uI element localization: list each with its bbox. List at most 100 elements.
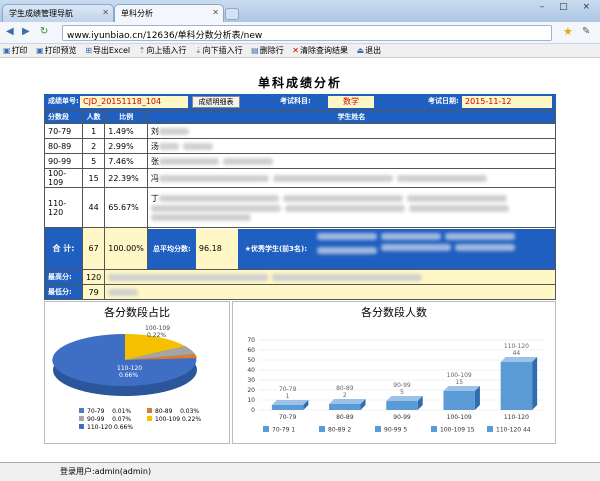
bar-chart-panel: 各分数段人数 0 10 20 30 40 50 60 70 70-79 1 70-79 80-89 2 8… [232,301,556,444]
detail-button[interactable]: 成绩明细表 [192,96,240,108]
data-label-category: 90-99 [393,382,411,389]
report-toolbar: ▣打印 ▣打印预览 ⊞导出Excel ⇡向上插入行 ⇣向下插入行 ▤删除行 ✕清… [0,44,600,58]
header-count: 人数 [81,110,106,124]
data-label-category: 70-79 [279,386,297,393]
form-no-value: CJD_20151118_104 [80,96,188,108]
close-icon[interactable]: ✕ [212,8,219,17]
header-range: 分数段 [44,110,83,124]
names-cell: 丁 [146,187,557,228]
print-button[interactable]: ▣打印 [0,44,31,58]
pie-chart: 100-109 0.22% 110-120 0.66% 70-79 0.01% … [52,325,201,431]
count-cell: 15 [81,168,106,188]
names-cell: 张 [146,153,557,169]
url-text: www.iyunbiao.cn/12636/单科分数分析表/new [67,31,263,41]
min-label: 最低分: [44,284,83,300]
new-tab-button[interactable] [225,8,239,20]
data-label-category: 100-109 [447,372,472,379]
legend-item: 80-89 0.03% [155,408,199,415]
total-summary-cell: 总平均分数: 96.18 ★优秀学生(前3名): [146,227,557,270]
count-cell: 2 [81,138,106,154]
address-bar[interactable]: www.iyunbiao.cn/12636/单科分数分析表/new [62,25,552,41]
logged-in-user: 登录用户:admin(admin) [60,467,152,476]
names-cell: 汤 [146,138,557,154]
report-header-row: 成绩单号: CJD_20151118_104 成绩明细表 考试科目: 数学 考试… [44,94,556,110]
bar [271,405,304,410]
pct-cell: 65.67% [104,187,148,228]
export-excel-button[interactable]: ⊞导出Excel [82,44,133,58]
data-label-value: 2 [343,392,347,399]
delete-row-button[interactable]: ▤删除行 [248,44,287,58]
legend-item: 110-120 0.66% [87,424,133,431]
x-tick-label: 100-109 [447,414,472,421]
header-names: 学生姓名 [146,110,557,124]
report-paper: 单科成绩分析 成绩单号: CJD_20151118_104 成绩明细表 考试科目… [44,70,557,450]
names-cell: 冯 [146,168,557,188]
tab-label: 学生成绩管理导航 [9,9,73,18]
window-controls[interactable]: – □ × [540,2,596,12]
legend-swatch [487,426,493,432]
y-tick-label: 50 [247,357,255,364]
y-tick-label: 70 [247,337,255,344]
y-tick-label: 20 [247,387,255,394]
clear-results-button[interactable]: ✕清除查询结果 [289,44,351,58]
close-icon[interactable]: ✕ [102,8,109,17]
print-preview-icon: ▣ [36,46,44,55]
pct-cell: 1.49% [104,123,148,139]
pie-label-100-109: 100-109 [145,325,170,332]
forward-icon[interactable]: ▶ [22,26,30,37]
min-names [104,284,556,300]
bookmark-star-icon[interactable]: ★ [563,25,573,38]
insert-up-icon: ⇡ [138,46,146,55]
pie-chart-panel: 各分数段占比 100-109 0.22% 110-120 0.66% 70-79… [44,301,230,444]
y-tick-label: 10 [247,397,255,404]
insert-down-icon: ⇣ [194,46,202,55]
legend-swatch [319,426,325,432]
header-pct: 比例 [104,110,148,124]
pct-cell: 2.99% [104,138,148,154]
y-tick-label: 0 [251,407,255,414]
data-label-value: 15 [455,379,463,386]
pie-label-100-109-pct: 0.22% [147,332,166,339]
back-icon[interactable]: ◀ [6,26,14,37]
data-label-category: 80-89 [336,385,354,392]
date-value: 2015-11-12 [462,96,552,108]
count-cell: 44 [81,187,106,228]
bar-chart: 01020304050607070-79170-7980-89280-8990-… [247,337,545,434]
report-title: 单科成绩分析 [257,76,342,90]
legend-item: 70-79 1 [272,427,295,434]
excel-icon: ⊞ [85,46,92,55]
bar-top [500,357,538,362]
data-label-value: 5 [400,389,404,396]
tab-single-subject[interactable]: 单科分析 ✕ [114,4,224,22]
exit-icon: ⏏ [356,46,365,55]
navigation-bar: ◀ ▶ ↻ www.iyunbiao.cn/12636/单科分数分析表/new … [0,22,600,44]
status-bar: 登录用户:admin(admin) [0,463,600,481]
exit-button[interactable]: ⏏退出 [354,44,385,58]
count-cell: 1 [81,123,106,139]
range-cell: 90-99 [44,153,83,169]
data-label-category: 110-120 [504,343,529,350]
x-tick-label: 90-99 [393,414,411,421]
insert-row-down-button[interactable]: ⇣向下插入行 [192,44,246,58]
tab-label: 单科分析 [121,9,153,18]
range-cell: 110-120 [44,187,83,228]
tab-navigation[interactable]: 学生成绩管理导航 ✕ [2,4,114,22]
bar-side [532,357,538,410]
max-names [104,269,556,285]
wrench-icon[interactable]: ✎ [582,26,590,37]
table-row: 100-109 15 22.39% 冯 [44,168,557,188]
legend-item: 110-120 44 [496,427,531,434]
max-value: 120 [81,269,106,285]
date-label: 考试日期: [428,97,459,105]
bar-top [271,400,309,405]
range-cell: 70-79 [44,123,83,139]
insert-row-up-button[interactable]: ⇡向上插入行 [136,44,190,58]
pie-label-110-120: 110-120 [117,365,142,372]
legend-item: 90-99 0.07% [87,416,131,423]
x-tick-label: 80-89 [336,414,354,421]
bar [443,391,475,410]
min-row: 最低分: 79 [44,284,556,300]
print-preview-button[interactable]: ▣打印预览 [33,44,80,58]
reload-icon[interactable]: ↻ [40,26,48,37]
legend-item: 100-109 15 [440,427,475,434]
